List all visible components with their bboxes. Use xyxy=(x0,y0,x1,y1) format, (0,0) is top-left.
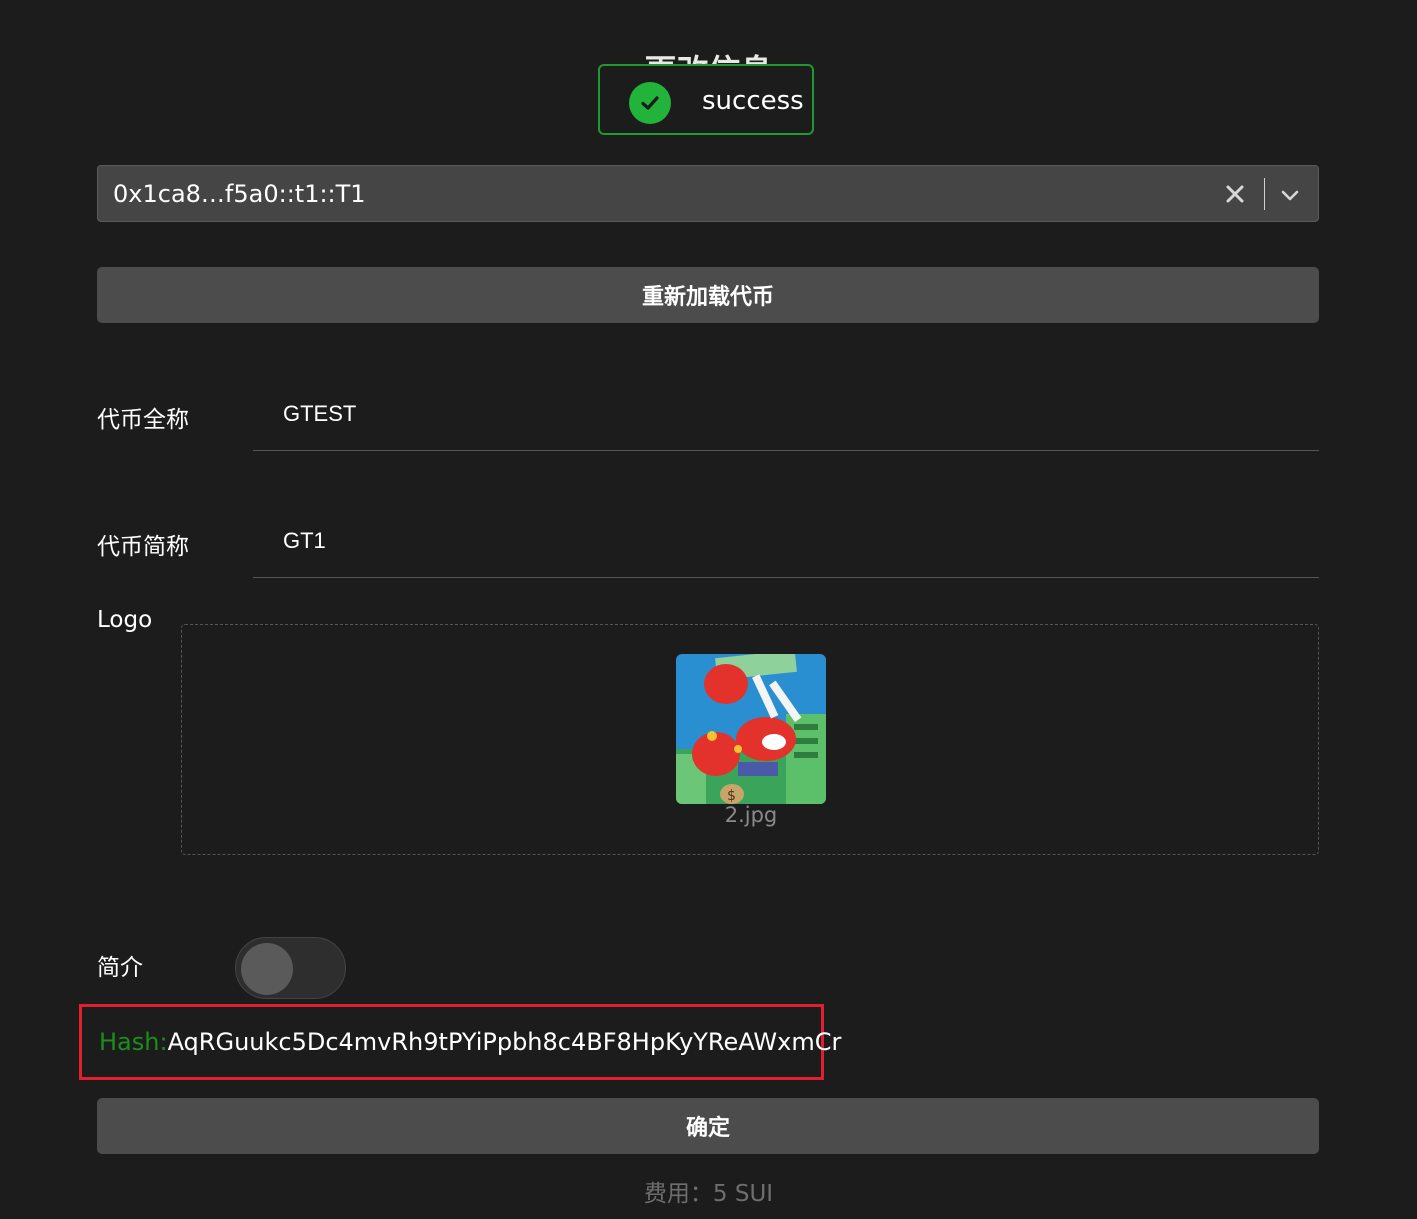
logo-thumbnail[interactable]: $ xyxy=(676,654,826,804)
fee-text: 费用：5 SUI xyxy=(643,1181,774,1207)
full-name-input[interactable]: GTEST xyxy=(283,401,356,427)
close-icon[interactable] xyxy=(1223,182,1247,206)
success-toast: success xyxy=(598,64,814,135)
check-circle-icon xyxy=(629,82,671,124)
hash-highlight-box: Hash:AqRGuukc5Dc4mvRh9tPYiPpbh8c4BF8HpKy… xyxy=(79,1004,841,1080)
intro-toggle[interactable] xyxy=(235,937,346,999)
logo-upload-area[interactable]: $ 2.jpg xyxy=(181,624,1319,855)
toggle-knob xyxy=(241,943,293,995)
reload-coin-button[interactable]: 重新加载代币 xyxy=(97,267,1319,323)
short-name-label: 代币简称 xyxy=(97,534,189,560)
hash-value[interactable]: AqRGuukc5Dc4mvRh9tPYiPpbh8c4BF8HpKyYReAW… xyxy=(168,1028,842,1056)
svg-text:$: $ xyxy=(727,788,736,804)
short-name-input[interactable]: GT1 xyxy=(283,528,326,554)
coin-select-value: 0x1ca8…f5a0::t1::T1 xyxy=(113,180,366,208)
intro-label: 简介 xyxy=(97,955,143,981)
full-name-label: 代币全称 xyxy=(97,407,189,433)
chevron-down-icon[interactable] xyxy=(1278,183,1302,207)
short-name-underline xyxy=(253,577,1319,578)
coin-select[interactable]: 0x1ca8…f5a0::t1::T1 xyxy=(97,165,1319,222)
hash-line: Hash:AqRGuukc5Dc4mvRh9tPYiPpbh8c4BF8HpKy… xyxy=(99,1028,841,1056)
hash-prefix: Hash: xyxy=(99,1028,168,1056)
select-divider xyxy=(1264,178,1265,210)
full-name-underline xyxy=(253,450,1319,451)
logo-label: Logo xyxy=(97,607,153,633)
logo-file-name: 2.jpg xyxy=(724,803,778,827)
toast-message: success xyxy=(702,86,804,116)
confirm-button[interactable]: 确定 xyxy=(97,1098,1319,1154)
